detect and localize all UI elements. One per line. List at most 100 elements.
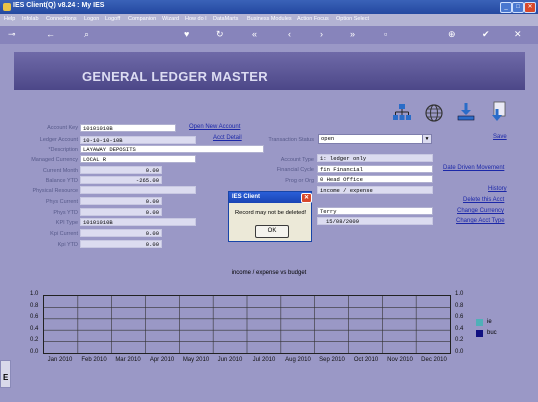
physical-resource-label: Physical Resource	[32, 188, 78, 194]
kpi-ytd-label: Kpi YTD	[57, 242, 78, 248]
open-new-account-link[interactable]: Open New Account	[189, 124, 240, 130]
x-tick-label: Jun 2010	[217, 357, 243, 363]
y-tick-label-left: 0.6	[30, 314, 39, 321]
legend-label-buc: buc	[487, 330, 497, 336]
menu-wizard[interactable]: Wizard	[162, 16, 179, 22]
managed-currency-label: Managed Currency	[31, 157, 78, 163]
transaction-status-select[interactable]: open ▼	[318, 134, 432, 144]
toolbar: ⊸ ← ⌕ ♥ ↻ « ‹ › » ▫ ⊕ ✔ ✕	[0, 26, 538, 44]
description-label: *Description	[48, 147, 78, 153]
account-key-field[interactable]: 10101010B	[80, 124, 176, 132]
menu-logon[interactable]: Logon	[84, 16, 99, 22]
description-field[interactable]: LAYAWAY DEPOSITS	[80, 145, 264, 153]
x-tick-label: Mar 2010	[115, 357, 141, 363]
y-tick-label-right: 0.0	[455, 349, 464, 355]
kpi-ytd-field: 0.00	[80, 240, 162, 248]
x-tick-label: May 2010	[182, 357, 210, 363]
menu-action-focus[interactable]: Action Focus	[297, 16, 329, 22]
refresh-icon[interactable]: ↻	[216, 29, 224, 39]
delete-this-acct-link[interactable]: Delete this Acct	[463, 197, 504, 203]
prog-or-org-field[interactable]: 0 Head Office	[317, 175, 433, 183]
menu-help[interactable]: Help	[4, 16, 15, 22]
menu-connections[interactable]: Connections	[46, 16, 77, 22]
title-bar: IES Client(Q) v8.24 : My IES _ □ ✕	[0, 0, 538, 14]
add-icon[interactable]: ⊕	[448, 29, 456, 39]
acct-detail-link[interactable]: Acct Detail	[213, 135, 242, 141]
heart-icon[interactable]: ♥	[184, 29, 189, 39]
close-icon[interactable]: ✕	[514, 29, 522, 39]
window-title: IES Client(Q) v8.24 : My IES	[13, 2, 105, 9]
financial-cycle-field[interactable]: fin Financial	[317, 165, 433, 173]
maximize-button[interactable]: □	[512, 2, 524, 13]
legend-label-ie: ie	[487, 319, 492, 325]
current-month-field: 0.00	[80, 166, 162, 174]
change-currency-link[interactable]: Change Currency	[457, 208, 504, 214]
search-icon[interactable]: ⌕	[84, 29, 89, 39]
x-tick-label: Jul 2010	[252, 357, 276, 363]
close-window-button[interactable]: ✕	[524, 2, 536, 13]
forward-icon[interactable]: ›	[320, 29, 323, 39]
menu-infolab[interactable]: Infolab	[22, 16, 39, 22]
side-panel-tab[interactable]: E	[0, 360, 11, 388]
legend-swatch-ie	[476, 319, 483, 326]
menu-option-select[interactable]: Option Select	[336, 16, 369, 22]
menu-companion[interactable]: Companion	[128, 16, 156, 22]
y-tick-label-left: 0.8	[30, 302, 39, 309]
check-icon[interactable]: ✔	[482, 29, 490, 39]
legend-swatch-buc	[476, 330, 483, 337]
account-key-label: Account Key	[47, 125, 78, 131]
chevron-down-icon[interactable]: ▼	[422, 135, 431, 143]
menu-datamarts[interactable]: DataMarts	[213, 16, 238, 22]
y-tick-label-right: 0.6	[455, 314, 464, 321]
menu-logoff[interactable]: Logoff	[105, 16, 120, 22]
financial-cycle-label: Financial Cycle	[276, 167, 314, 173]
dialog-close-button[interactable]: ✕	[301, 193, 312, 203]
transaction-status-label: Transaction Status	[268, 137, 314, 143]
managed-currency-field[interactable]: LOCAL R	[80, 155, 196, 163]
kpi-type-label: KPI Type	[55, 220, 78, 226]
y-tick-label-left: 0.4	[30, 325, 39, 332]
document-down-icon[interactable]	[488, 101, 510, 123]
x-tick-label: Nov 2010	[387, 357, 413, 363]
y-tick-label-right: 0.4	[455, 325, 464, 332]
dialog-title: IES Client	[232, 194, 261, 200]
chart-plot-area	[43, 295, 451, 354]
message-dialog: IES Client ✕ Record may not be deleted! …	[228, 191, 312, 242]
transaction-status-value: open	[321, 135, 335, 142]
current-month-label: Current Month	[42, 168, 78, 174]
account-type-label: Account Type	[280, 157, 314, 163]
y-tick-label-right: 1.0	[455, 291, 464, 297]
arrow-left-icon[interactable]: ←	[46, 29, 55, 39]
key-icon[interactable]: ⊸	[8, 29, 16, 39]
lock-icon[interactable]: ▫	[384, 29, 387, 39]
physical-resource-field[interactable]	[80, 186, 196, 194]
menu-bar: Help Infolab Connections Logon Logoff Co…	[0, 14, 538, 26]
app-icon	[3, 3, 11, 11]
phys-current-label: Phys Current	[45, 199, 78, 205]
rewind-icon[interactable]: «	[252, 29, 257, 39]
y-tick-label-right: 0.2	[455, 337, 464, 344]
minimize-button[interactable]: _	[500, 2, 512, 13]
account-type-field[interactable]: 1: ledger only	[317, 154, 433, 162]
phys-current-field: 0.00	[80, 197, 162, 205]
download-tray-icon[interactable]	[456, 102, 476, 122]
date-driven-movement-link[interactable]: Date Driven Movement	[443, 165, 504, 171]
fast-forward-icon[interactable]: »	[350, 29, 355, 39]
category-field[interactable]: income / expense	[317, 186, 433, 194]
change-acct-type-link[interactable]: Change Acct Type	[456, 218, 505, 224]
back-icon[interactable]: ‹	[288, 29, 291, 39]
ledger-account-field[interactable]: 10-10-10-10B	[80, 136, 196, 144]
balance-ytd-field: -265.00	[80, 176, 162, 184]
menu-business-modules[interactable]: Business Modules	[247, 16, 292, 22]
save-link[interactable]: Save	[493, 134, 507, 140]
x-tick-label: Jan 2010	[47, 357, 73, 363]
globe-icon[interactable]	[424, 103, 444, 123]
y-tick-label-left: 0.0	[30, 349, 39, 355]
ok-button[interactable]: OK	[255, 225, 289, 238]
menu-how-do-i[interactable]: How do I	[185, 16, 207, 22]
org-chart-icon[interactable]	[392, 104, 412, 122]
phys-ytd-label: Phys YTD	[53, 210, 78, 216]
phys-ytd-field: 0.00	[80, 208, 162, 216]
history-link[interactable]: History	[488, 186, 507, 192]
kpi-type-field[interactable]: 10101010B	[80, 218, 196, 226]
